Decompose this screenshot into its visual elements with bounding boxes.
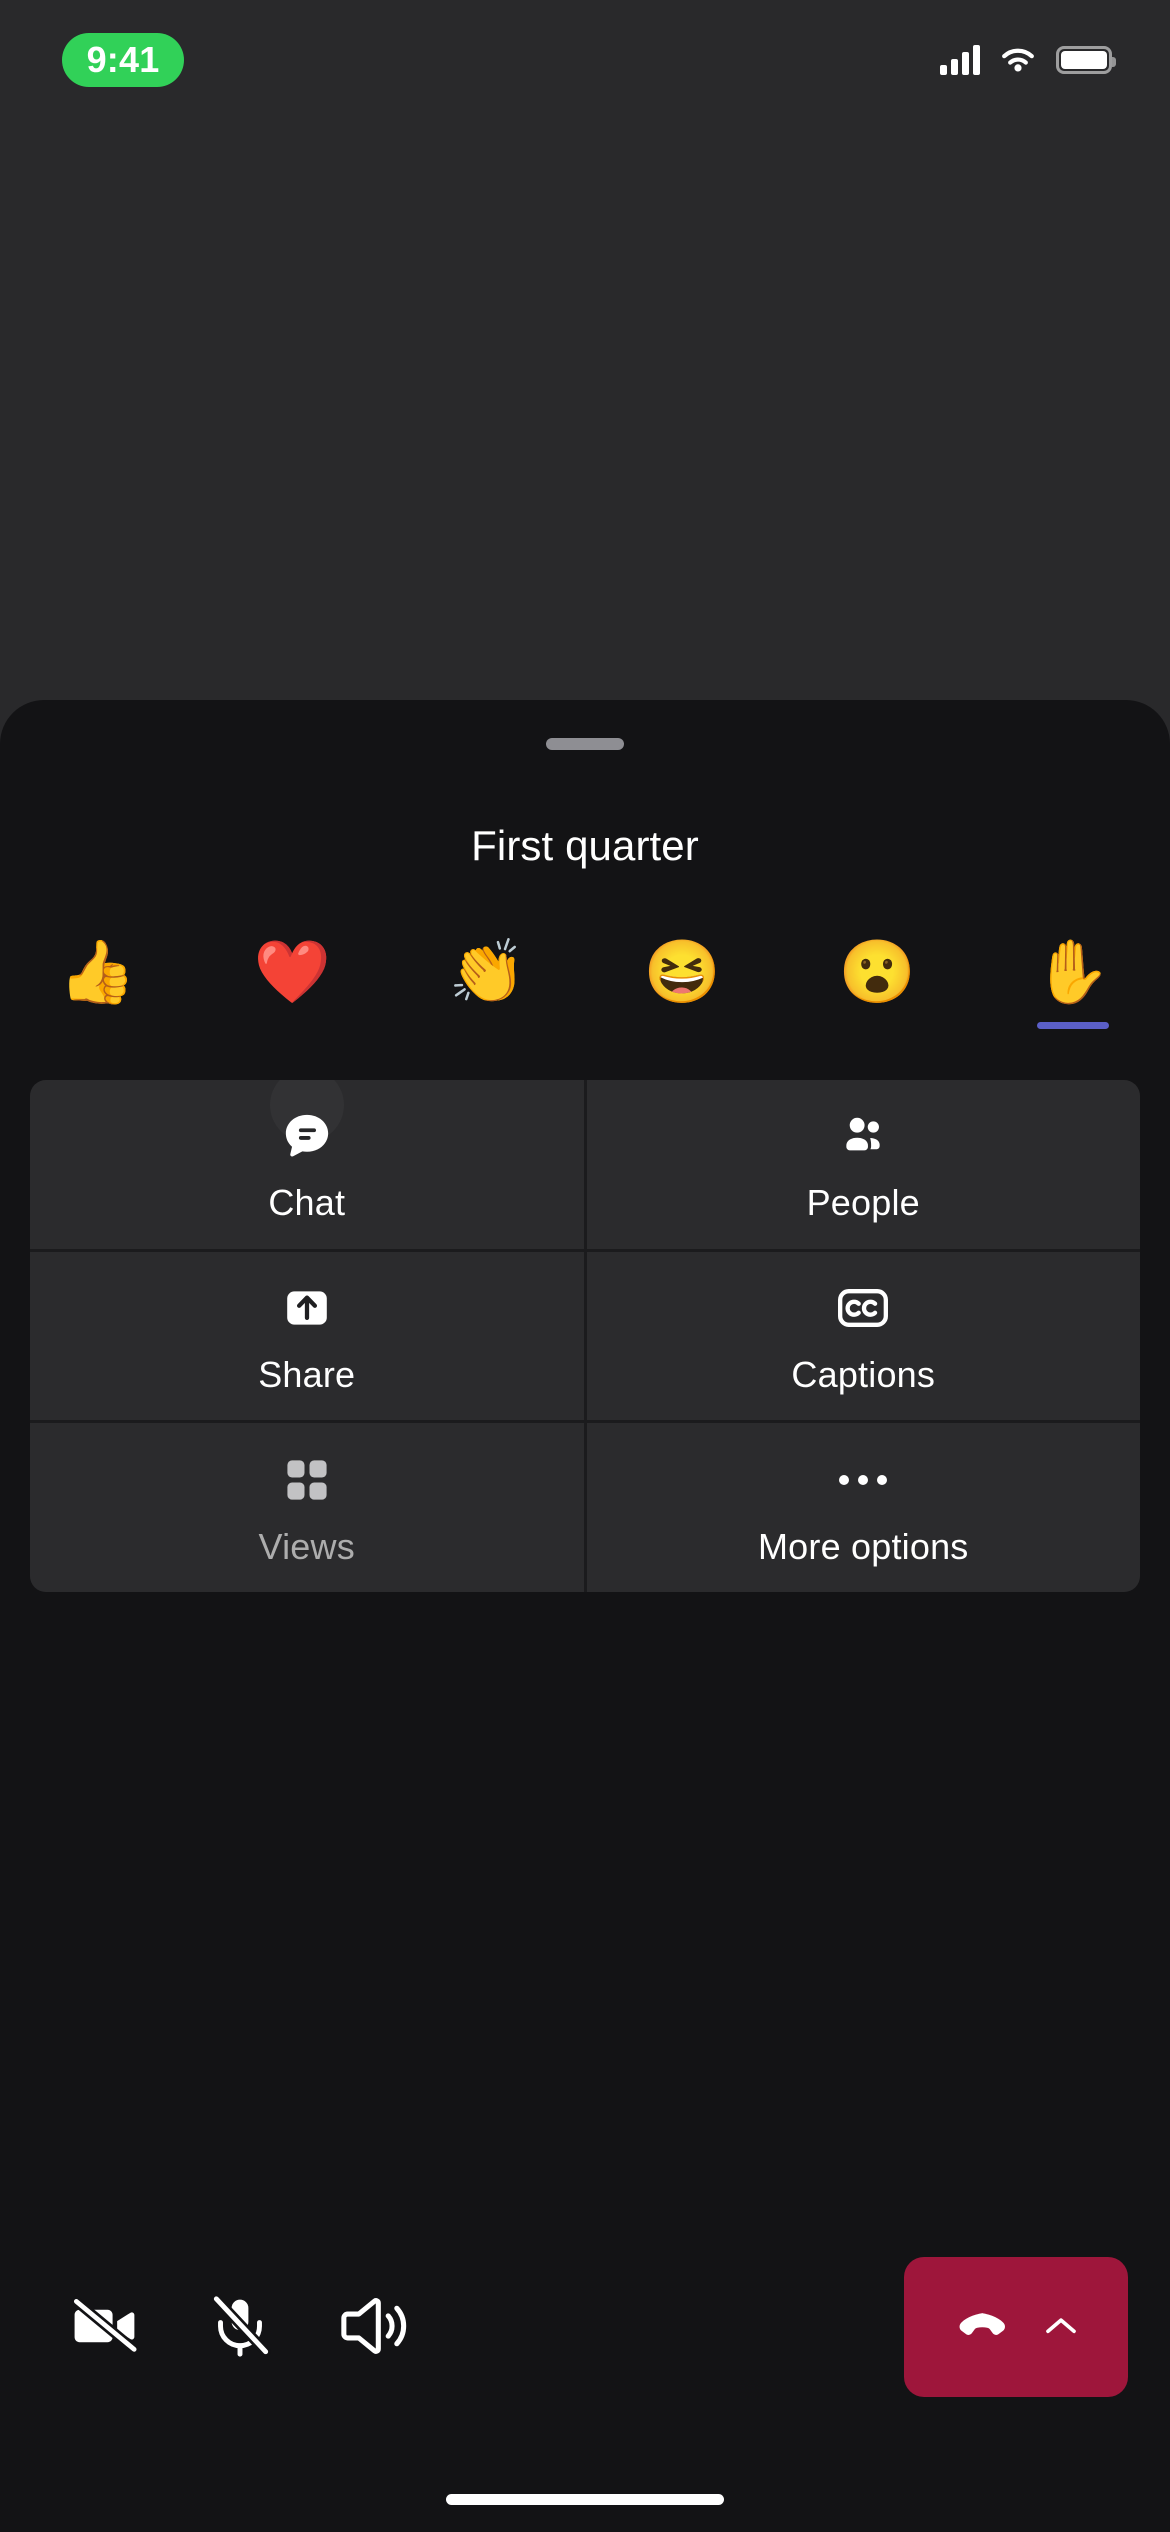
more-actions-sheet: First quarter 👍 ❤️ 👏 😆 😮 ✋ Chat People S…	[0, 700, 1170, 2532]
closed-captions-icon	[834, 1279, 892, 1337]
action-label: Captions	[791, 1353, 936, 1395]
action-label: Views	[258, 1525, 355, 1567]
action-more-options[interactable]: More options	[586, 1423, 1140, 1592]
video-off-icon	[68, 2288, 144, 2367]
reaction-raise-hand[interactable]: ✋	[975, 930, 1170, 1060]
page-title: First quarter	[471, 822, 699, 869]
action-label: People	[806, 1182, 920, 1224]
reaction-applause[interactable]: 👏	[390, 930, 585, 1060]
share-arrow-icon	[278, 1279, 336, 1337]
reaction-active-underline	[1036, 1022, 1109, 1029]
reaction-surprised[interactable]: 😮	[780, 930, 975, 1060]
grid-views-icon	[278, 1451, 336, 1509]
action-label: Chat	[268, 1182, 346, 1224]
meeting-screen-background: 9:41 First quarter 👍 ❤️ 👏 😆 😮 ✋ Chat Peo…	[0, 0, 1170, 2532]
reaction-laugh[interactable]: 😆	[585, 930, 780, 1060]
raise-hand-icon: ✋	[1033, 938, 1112, 1007]
hang-up-button[interactable]	[904, 2257, 1128, 2397]
status-indicators	[940, 38, 1116, 82]
action-views[interactable]: Views	[30, 1423, 584, 1592]
drag-handle[interactable]	[546, 738, 624, 750]
action-grid: Chat People Share Captions Views More op…	[30, 1080, 1140, 1592]
home-indicator	[446, 2494, 724, 2505]
heart-icon: ❤️	[253, 938, 332, 1007]
thumbs-up-icon: 👍	[58, 938, 137, 1007]
ellipsis-icon	[834, 1451, 892, 1509]
call-control-bar	[0, 2244, 1170, 2410]
action-label: Share	[258, 1353, 356, 1395]
action-label: More options	[757, 1525, 969, 1567]
hang-up-icon	[954, 2309, 1020, 2346]
action-share[interactable]: Share	[30, 1251, 584, 1421]
surprised-icon: 😮	[838, 938, 917, 1007]
applause-icon: 👏	[448, 938, 527, 1007]
reaction-heart[interactable]: ❤️	[195, 930, 390, 1060]
audio-output-button[interactable]	[294, 2244, 454, 2410]
status-time: 9:41	[86, 39, 160, 80]
battery-icon	[1056, 46, 1116, 74]
chat-bubble-icon	[278, 1107, 336, 1165]
wifi-icon	[1002, 48, 1034, 72]
people-icon	[834, 1107, 892, 1165]
laugh-icon: 😆	[643, 938, 722, 1007]
reaction-thumbs-up[interactable]: 👍	[0, 930, 195, 1060]
status-time-pill: 9:41	[62, 33, 184, 87]
reactions-row: 👍 ❤️ 👏 😆 😮 ✋	[0, 930, 1170, 1060]
action-people[interactable]: People	[586, 1080, 1140, 1249]
chevron-up-icon	[1044, 2315, 1078, 2340]
cellular-signal-icon	[940, 45, 980, 75]
speaker-icon	[336, 2288, 412, 2367]
status-bar: 9:41	[0, 0, 1170, 120]
action-captions[interactable]: Captions	[586, 1251, 1140, 1421]
action-chat[interactable]: Chat	[30, 1080, 584, 1249]
mic-off-icon	[203, 2289, 277, 2366]
